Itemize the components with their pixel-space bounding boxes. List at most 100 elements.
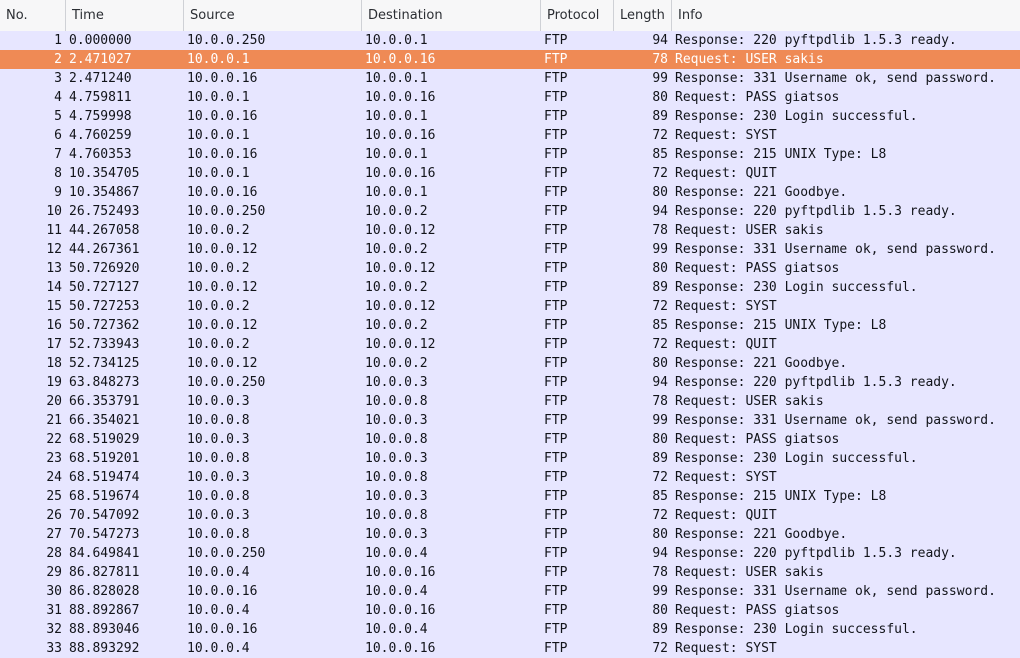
packet-row[interactable]: 1 0.000000 10.0.0.250 10.0.0.1 FTP 94 Response… bbox=[0, 31, 1020, 50]
packet-length: 72 bbox=[652, 128, 668, 143]
packet-source: 10.0.0.4 bbox=[187, 603, 250, 618]
packet-row[interactable]: 5 4.759998 10.0.0.16 10.0.0.1 FTP 89 Response:… bbox=[0, 107, 1020, 126]
column-header-length[interactable]: Length bbox=[614, 0, 672, 31]
packet-row[interactable]: 29 86.827811 10.0.0.4 10.0.0.16 FTP 78 Request… bbox=[0, 563, 1020, 582]
packet-number: 8 bbox=[54, 166, 62, 181]
packet-length: 72 bbox=[652, 166, 668, 181]
column-header-source[interactable]: Source bbox=[184, 0, 362, 31]
packet-length: 94 bbox=[652, 33, 668, 48]
packet-info: Response: 215 UNIX Type: L8 bbox=[675, 318, 887, 333]
packet-info: Response: 215 UNIX Type: L8 bbox=[675, 489, 887, 504]
packet-destination: 10.0.0.3 bbox=[365, 489, 428, 504]
packet-row[interactable]: 4 4.759811 10.0.0.1 10.0.0.16 FTP 80 Request: … bbox=[0, 88, 1020, 107]
packet-protocol: FTP bbox=[544, 90, 568, 105]
packet-destination: 10.0.0.3 bbox=[365, 451, 428, 466]
packet-protocol: FTP bbox=[544, 223, 568, 238]
packet-number: 27 bbox=[46, 527, 62, 542]
packet-row[interactable]: 30 86.828028 10.0.0.16 10.0.0.4 FTP 99 Respons… bbox=[0, 582, 1020, 601]
packet-row[interactable]: 17 52.733943 10.0.0.2 10.0.0.12 FTP 72 Request… bbox=[0, 335, 1020, 354]
packet-length: 80 bbox=[652, 356, 668, 371]
packet-row[interactable]: 12 44.267361 10.0.0.12 10.0.0.2 FTP 99 Respons… bbox=[0, 240, 1020, 259]
packet-row[interactable]: 27 70.547273 10.0.0.8 10.0.0.3 FTP 80 Response… bbox=[0, 525, 1020, 544]
packet-number: 22 bbox=[46, 432, 62, 447]
packet-source: 10.0.0.16 bbox=[187, 584, 258, 599]
packet-row[interactable]: 7 4.760353 10.0.0.16 10.0.0.1 FTP 85 Response:… bbox=[0, 145, 1020, 164]
packet-info: Response: 230 Login successful. bbox=[675, 280, 918, 295]
packet-destination: 10.0.0.3 bbox=[365, 527, 428, 542]
packet-time: 68.519674 bbox=[69, 489, 140, 504]
column-header-destination[interactable]: Destination bbox=[362, 0, 541, 31]
packet-source: 10.0.0.250 bbox=[187, 33, 266, 48]
packet-row[interactable]: 18 52.734125 10.0.0.12 10.0.0.2 FTP 80 Respons… bbox=[0, 354, 1020, 373]
packet-row[interactable]: 26 70.547092 10.0.0.3 10.0.0.8 FTP 72 Request:… bbox=[0, 506, 1020, 525]
packet-destination: 10.0.0.16 bbox=[365, 166, 436, 181]
packet-protocol: FTP bbox=[544, 242, 568, 257]
packet-time: 4.760259 bbox=[69, 128, 132, 143]
packet-number: 7 bbox=[54, 147, 62, 162]
packet-row[interactable]: 31 88.892867 10.0.0.4 10.0.0.16 FTP 80 Request… bbox=[0, 601, 1020, 620]
column-header-protocol[interactable]: Protocol bbox=[541, 0, 614, 31]
packet-row[interactable]: 13 50.726920 10.0.0.2 10.0.0.12 FTP 80 Request… bbox=[0, 259, 1020, 278]
packet-row[interactable]: 23 68.519201 10.0.0.8 10.0.0.3 FTP 89 Response… bbox=[0, 449, 1020, 468]
packet-row[interactable]: 22 68.519029 10.0.0.3 10.0.0.8 FTP 80 Request:… bbox=[0, 430, 1020, 449]
packet-protocol: FTP bbox=[544, 185, 568, 200]
packet-row[interactable]: 9 10.354867 10.0.0.16 10.0.0.1 FTP 80 Response… bbox=[0, 183, 1020, 202]
packet-number: 14 bbox=[46, 280, 62, 295]
packet-row[interactable]: 19 63.848273 10.0.0.250 10.0.0.3 FTP 94 Respon… bbox=[0, 373, 1020, 392]
packet-row[interactable]: 20 66.353791 10.0.0.3 10.0.0.8 FTP 78 Request:… bbox=[0, 392, 1020, 411]
packet-length: 99 bbox=[652, 71, 668, 86]
packet-row[interactable]: 3 2.471240 10.0.0.16 10.0.0.1 FTP 99 Response:… bbox=[0, 69, 1020, 88]
packet-destination: 10.0.0.3 bbox=[365, 413, 428, 428]
packet-protocol: FTP bbox=[544, 451, 568, 466]
packet-row[interactable]: 21 66.354021 10.0.0.8 10.0.0.3 FTP 99 Response… bbox=[0, 411, 1020, 430]
packet-number: 30 bbox=[46, 584, 62, 599]
packet-destination: 10.0.0.2 bbox=[365, 280, 428, 295]
packet-source: 10.0.0.1 bbox=[187, 90, 250, 105]
packet-protocol: FTP bbox=[544, 318, 568, 333]
packet-destination: 10.0.0.2 bbox=[365, 318, 428, 333]
packet-time: 70.547092 bbox=[69, 508, 140, 523]
packet-protocol: FTP bbox=[544, 508, 568, 523]
packet-number: 12 bbox=[46, 242, 62, 257]
packet-row[interactable]: 8 10.354705 10.0.0.1 10.0.0.16 FTP 72 Request:… bbox=[0, 164, 1020, 183]
packet-row[interactable]: 24 68.519474 10.0.0.3 10.0.0.8 FTP 72 Request:… bbox=[0, 468, 1020, 487]
column-header-info[interactable]: Info bbox=[672, 0, 1020, 31]
packet-info: Request: USER sakis bbox=[675, 394, 824, 409]
packet-time: 52.733943 bbox=[69, 337, 140, 352]
packet-destination: 10.0.0.4 bbox=[365, 546, 428, 561]
packet-source: 10.0.0.250 bbox=[187, 204, 266, 219]
packet-length: 85 bbox=[652, 318, 668, 333]
packet-protocol: FTP bbox=[544, 603, 568, 618]
packet-time: 66.353791 bbox=[69, 394, 140, 409]
packet-row[interactable]: 11 44.267058 10.0.0.2 10.0.0.12 FTP 78 Request… bbox=[0, 221, 1020, 240]
packet-row[interactable]: 32 88.893046 10.0.0.16 10.0.0.4 FTP 89 Respons… bbox=[0, 620, 1020, 639]
packet-time: 2.471027 bbox=[69, 52, 132, 67]
packet-row[interactable]: 16 50.727362 10.0.0.12 10.0.0.2 FTP 85 Respons… bbox=[0, 316, 1020, 335]
column-header-no[interactable]: No. bbox=[0, 0, 66, 31]
packet-length: 94 bbox=[652, 204, 668, 219]
packet-row[interactable]: 2 2.471027 10.0.0.1 10.0.0.16 FTP 78 Request: … bbox=[0, 50, 1020, 69]
packet-time: 86.827811 bbox=[69, 565, 140, 580]
packet-length: 85 bbox=[652, 489, 668, 504]
packet-info: Response: 221 Goodbye. bbox=[675, 527, 848, 542]
packet-row[interactable]: 28 84.649841 10.0.0.250 10.0.0.4 FTP 94 Respon… bbox=[0, 544, 1020, 563]
packet-source: 10.0.0.2 bbox=[187, 299, 250, 314]
packet-info: Request: PASS giatsos bbox=[675, 603, 840, 618]
packet-row[interactable]: 25 68.519674 10.0.0.8 10.0.0.3 FTP 85 Response… bbox=[0, 487, 1020, 506]
packet-time: 50.727253 bbox=[69, 299, 140, 314]
column-header-time[interactable]: Time bbox=[66, 0, 184, 31]
packet-time: 0.000000 bbox=[69, 33, 132, 48]
packet-length: 99 bbox=[652, 413, 668, 428]
packet-row[interactable]: 10 26.752493 10.0.0.250 10.0.0.2 FTP 94 Respon… bbox=[0, 202, 1020, 221]
packet-destination: 10.0.0.2 bbox=[365, 242, 428, 257]
packet-row[interactable]: 6 4.760259 10.0.0.1 10.0.0.16 FTP 72 Request: … bbox=[0, 126, 1020, 145]
packet-info: Response: 220 pyftpdlib 1.5.3 ready. bbox=[675, 375, 957, 390]
packet-time: 4.759811 bbox=[69, 90, 132, 105]
packet-row[interactable]: 14 50.727127 10.0.0.12 10.0.0.2 FTP 89 Respons… bbox=[0, 278, 1020, 297]
packet-destination: 10.0.0.4 bbox=[365, 622, 428, 637]
packet-length: 80 bbox=[652, 261, 668, 276]
packet-source: 10.0.0.250 bbox=[187, 375, 266, 390]
packet-protocol: FTP bbox=[544, 261, 568, 276]
packet-time: 68.519201 bbox=[69, 451, 140, 466]
packet-row[interactable]: 15 50.727253 10.0.0.2 10.0.0.12 FTP 72 Request… bbox=[0, 297, 1020, 316]
